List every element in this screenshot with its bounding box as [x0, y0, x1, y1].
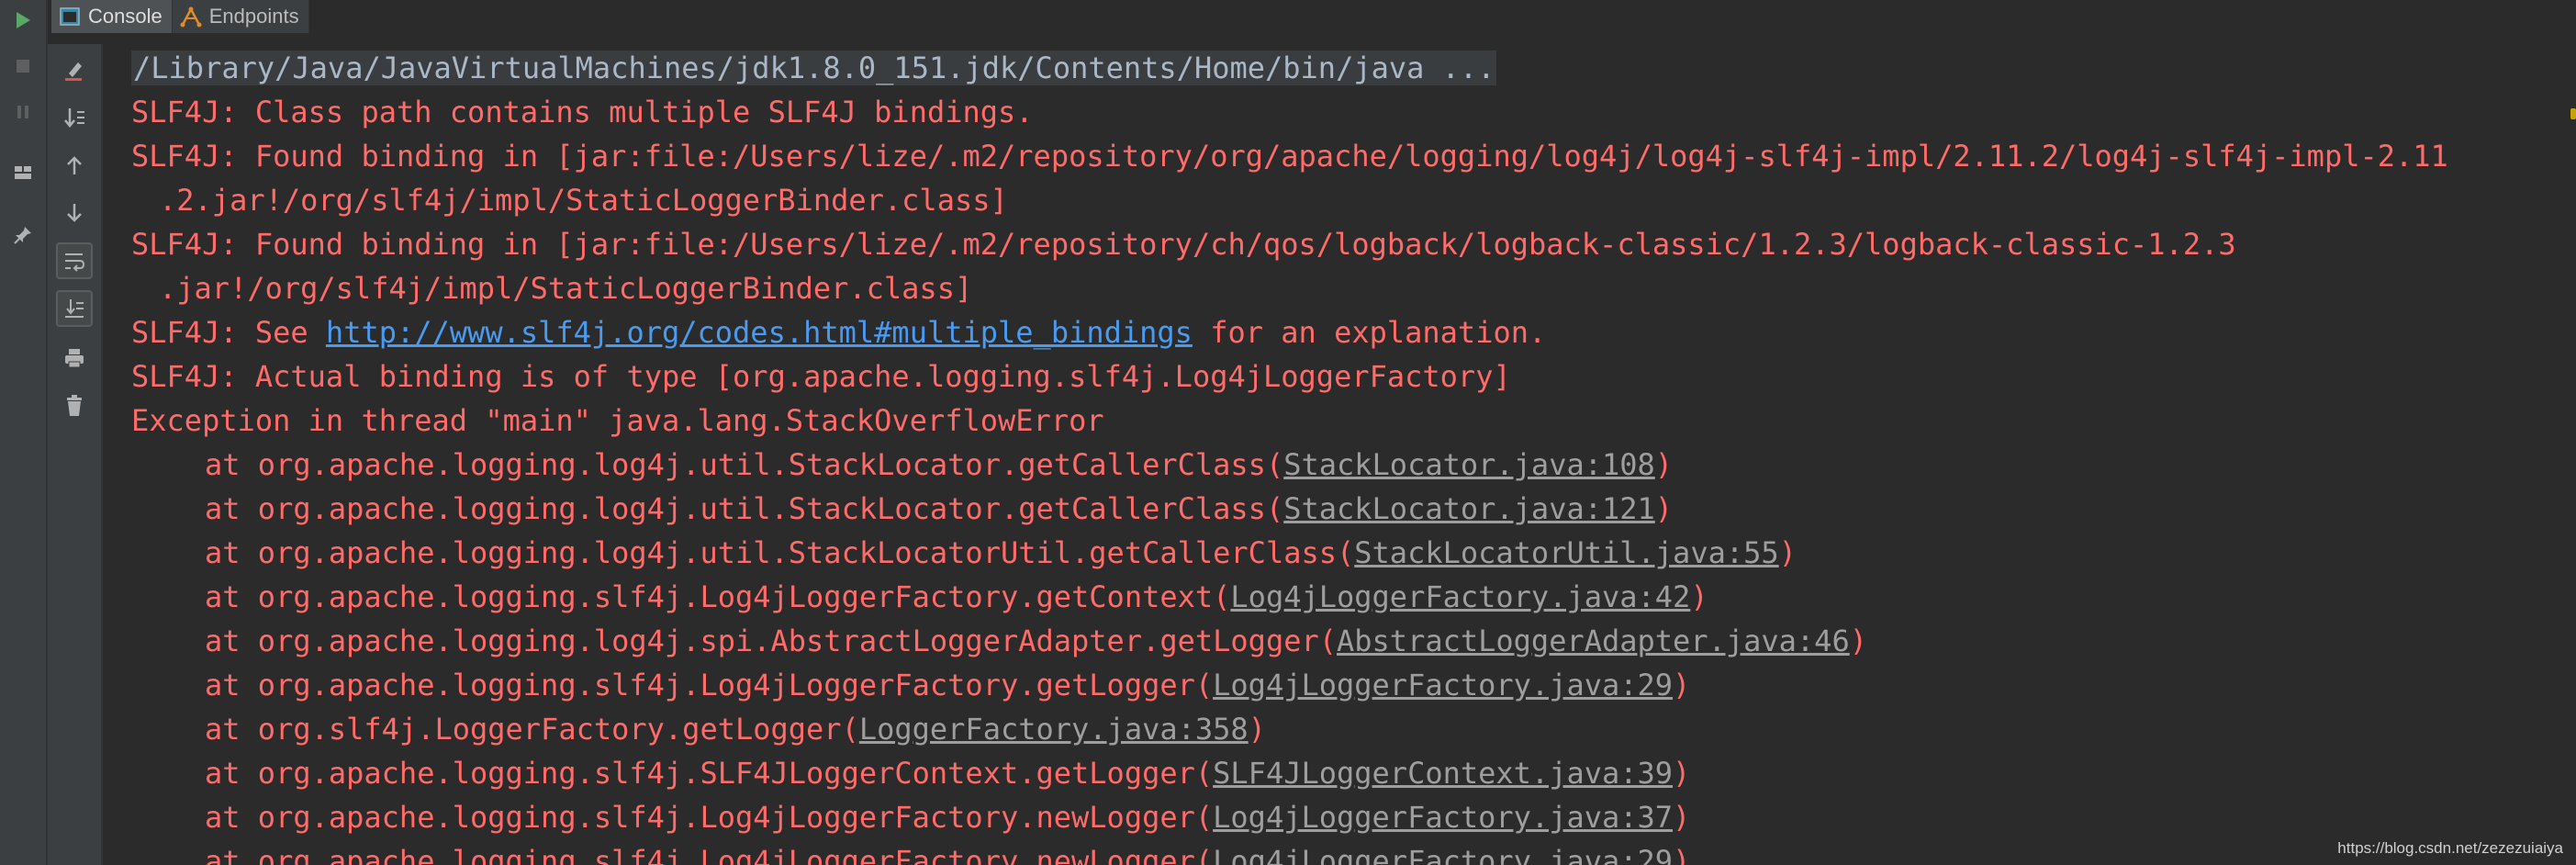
clear-icon[interactable]: [56, 51, 93, 88]
log-line: SLF4J: Found binding in [jar:file:/Users…: [131, 139, 2448, 174]
down-arrow-icon[interactable]: [56, 195, 93, 231]
source-link[interactable]: Log4jLoggerFactory.java:29: [1213, 844, 1673, 865]
source-link[interactable]: Log4jLoggerFactory.java:42: [1230, 579, 1690, 614]
stack-frame: at org.slf4j.LoggerFactory.getLogger(Log…: [205, 712, 1266, 747]
stack-frame: at org.apache.logging.log4j.util.StackLo…: [205, 535, 1797, 570]
pin-icon[interactable]: [5, 217, 41, 253]
source-link[interactable]: Log4jLoggerFactory.java:37: [1213, 800, 1673, 835]
log-line-continuation: .2.jar!/org/slf4j/impl/StaticLoggerBinde…: [159, 183, 1008, 218]
stack-frame: at org.apache.logging.slf4j.Log4jLoggerF…: [205, 668, 1691, 702]
log-line: SLF4J: Class path contains multiple SLF4…: [131, 95, 1034, 129]
scroll-to-end-icon[interactable]: [56, 290, 93, 327]
source-link[interactable]: Log4jLoggerFactory.java:29: [1213, 668, 1673, 702]
stack-frame: at org.apache.logging.slf4j.Log4jLoggerF…: [131, 839, 2555, 865]
tab-console-label: Console: [88, 5, 162, 28]
stack-frame: at org.apache.logging.slf4j.Log4jLoggerF…: [205, 579, 1708, 614]
console-output[interactable]: /Library/Java/JavaVirtualMachines/jdk1.8…: [131, 46, 2555, 865]
tab-console[interactable]: Console: [51, 0, 173, 33]
log-line-continuation: .jar!/org/slf4j/impl/StaticLoggerBinder.…: [159, 271, 973, 306]
source-link[interactable]: StackLocator.java:121: [1283, 491, 1655, 526]
explanation-link[interactable]: http://www.slf4j.org/codes.html#multiple…: [326, 315, 1193, 350]
exception-line: Exception in thread "main" java.lang.Sta…: [131, 403, 1104, 438]
console-icon: [59, 6, 81, 28]
ide-run-window: Console Endpoints /Library/Java/JavaVirt…: [0, 0, 2576, 865]
up-arrow-icon[interactable]: [56, 147, 93, 184]
pause-icon[interactable]: [5, 94, 41, 130]
command-line: /Library/Java/JavaVirtualMachines/jdk1.8…: [131, 51, 1497, 85]
log-line: SLF4J: Found binding in [jar:file:/Users…: [131, 227, 2236, 262]
stack-frame: at org.apache.logging.log4j.util.StackLo…: [205, 491, 1674, 526]
stack-frame: at org.apache.logging.log4j.util.StackLo…: [205, 447, 1674, 482]
source-link[interactable]: LoggerFactory.java:358: [859, 712, 1249, 747]
endpoints-icon: [180, 6, 202, 28]
tab-endpoints[interactable]: Endpoints: [172, 0, 309, 33]
stop-icon[interactable]: [5, 48, 41, 84]
watermark: https://blog.csdn.net/zezezuiaiya: [2337, 839, 2563, 857]
stack-frame: at org.apache.logging.slf4j.Log4jLoggerF…: [205, 800, 1691, 835]
stack-frame: at org.apache.logging.log4j.spi.Abstract…: [205, 623, 1867, 658]
soft-wrap-icon[interactable]: [56, 242, 93, 279]
source-link[interactable]: StackLocator.java:108: [1283, 447, 1655, 482]
trash-icon[interactable]: [56, 388, 93, 424]
stack-frame: at org.apache.logging.slf4j.SLF4JLoggerC…: [205, 756, 1691, 791]
run-icon[interactable]: [5, 2, 41, 39]
tab-endpoints-label: Endpoints: [208, 5, 299, 28]
run-toolbar: [0, 0, 48, 865]
error-stripe-marker[interactable]: [2570, 108, 2576, 119]
log-line-see-link: SLF4J: See http://www.slf4j.org/codes.ht…: [131, 315, 1547, 350]
log-line: SLF4J: Actual binding is of type [org.ap…: [131, 359, 1511, 394]
console-toolbar: [48, 44, 103, 865]
source-link[interactable]: AbstractLoggerAdapter.java:46: [1337, 623, 1850, 658]
tool-window-tabs: Console Endpoints: [51, 0, 309, 33]
source-link[interactable]: StackLocatorUtil.java:55: [1354, 535, 1778, 570]
print-icon[interactable]: [56, 340, 93, 376]
scroll-to-stacktrace-icon[interactable]: [56, 99, 93, 136]
layout-icon[interactable]: [5, 154, 41, 191]
source-link[interactable]: SLF4JLoggerContext.java:39: [1213, 756, 1673, 791]
